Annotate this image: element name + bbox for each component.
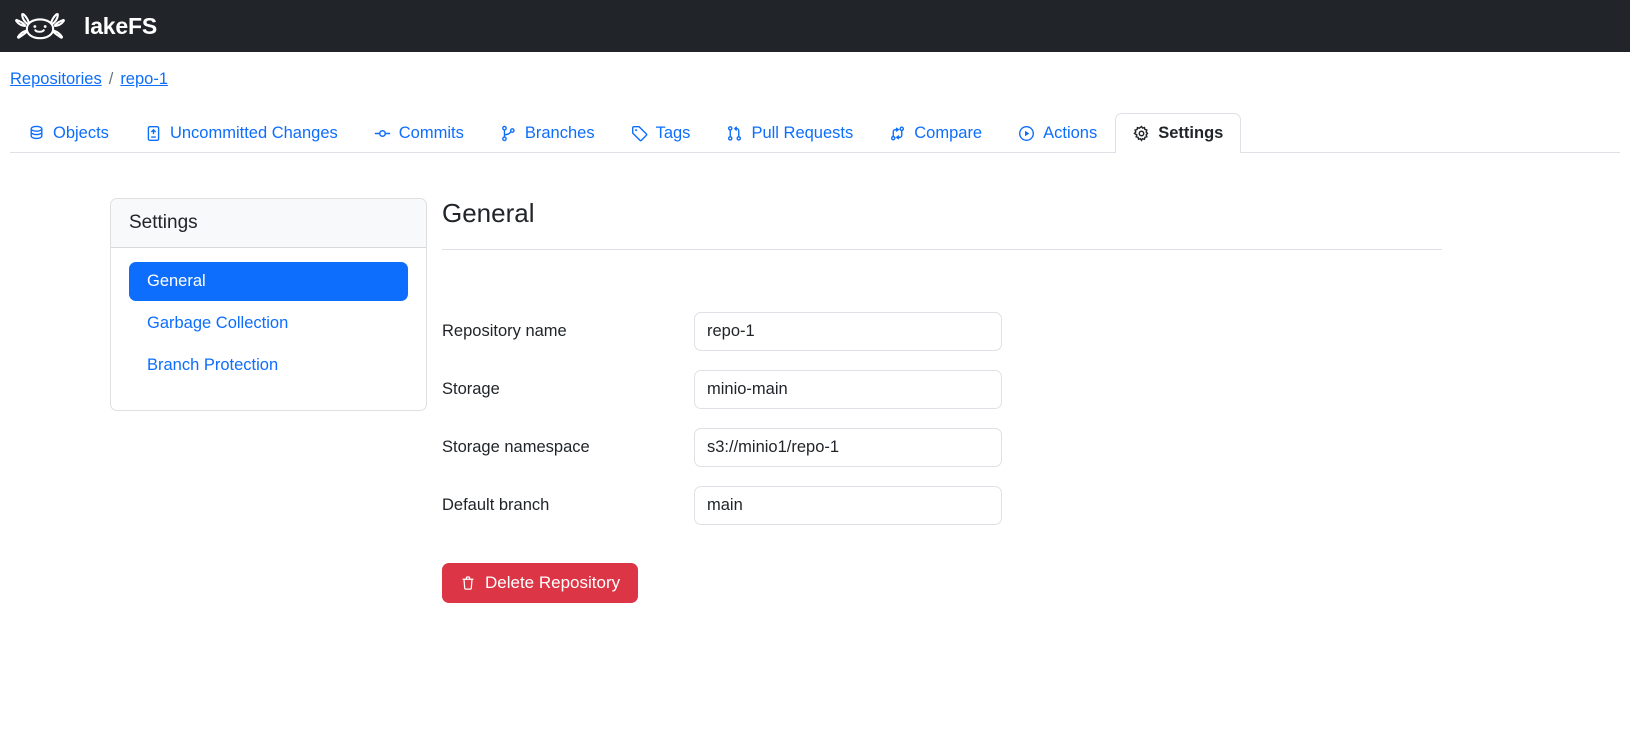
- brand-link[interactable]: lakeFS: [10, 7, 157, 45]
- gear-icon: [1133, 125, 1150, 142]
- breadcrumb-separator: /: [109, 70, 114, 89]
- play-circle-icon: [1018, 125, 1035, 142]
- tab-pull-requests[interactable]: Pull Requests: [708, 113, 871, 153]
- tab-settings[interactable]: Settings: [1115, 113, 1241, 153]
- file-diff-icon: [145, 125, 162, 142]
- breadcrumb-repo-link[interactable]: repo-1: [120, 70, 168, 89]
- page-title: General: [442, 198, 1512, 229]
- sidebar-item-branch-protection[interactable]: Branch Protection: [129, 346, 408, 385]
- git-commit-icon: [374, 125, 391, 142]
- form-row-default-branch: Default branch: [442, 486, 1512, 525]
- tab-label: Settings: [1158, 123, 1223, 144]
- delete-repository-button[interactable]: Delete Repository: [442, 563, 638, 603]
- form-row-storage-namespace: Storage namespace: [442, 428, 1512, 467]
- label-storage-namespace: Storage namespace: [442, 438, 694, 457]
- axolotl-logo-icon: [10, 7, 70, 45]
- input-default-branch[interactable]: [694, 486, 1002, 525]
- tab-label: Branches: [525, 123, 595, 144]
- delete-repository-label: Delete Repository: [485, 573, 620, 593]
- tab-label: Compare: [914, 123, 982, 144]
- git-compare-icon: [889, 125, 906, 142]
- form-row-repository-name: Repository name: [442, 312, 1512, 351]
- tab-commits[interactable]: Commits: [356, 113, 482, 153]
- input-storage[interactable]: [694, 370, 1002, 409]
- tab-actions[interactable]: Actions: [1000, 113, 1115, 153]
- tab-label: Tags: [656, 123, 691, 144]
- top-navbar: lakeFS: [0, 0, 1630, 52]
- settings-card-header: Settings: [111, 199, 426, 248]
- tab-label: Objects: [53, 123, 109, 144]
- settings-card: Settings General Garbage Collection Bran…: [110, 198, 427, 411]
- settings-main-column: General Repository name Storage Storage …: [440, 198, 1630, 603]
- input-storage-namespace[interactable]: [694, 428, 1002, 467]
- title-divider: [442, 249, 1442, 250]
- tab-label: Commits: [399, 123, 464, 144]
- page-content: Settings General Garbage Collection Bran…: [0, 153, 1630, 603]
- breadcrumb-repositories-link[interactable]: Repositories: [10, 70, 102, 89]
- tag-icon: [631, 125, 648, 142]
- breadcrumb: Repositories / repo-1: [0, 52, 1630, 89]
- database-icon: [28, 125, 45, 142]
- tab-objects[interactable]: Objects: [10, 113, 127, 153]
- trash-icon: [460, 575, 476, 591]
- input-repository-name[interactable]: [694, 312, 1002, 351]
- tab-uncommitted-changes[interactable]: Uncommitted Changes: [127, 113, 356, 153]
- settings-sidebar-column: Settings General Garbage Collection Bran…: [0, 198, 440, 603]
- repository-tabs: Objects Uncommitted Changes Commits: [10, 109, 1620, 153]
- tab-branches[interactable]: Branches: [482, 113, 613, 153]
- sidebar-item-general[interactable]: General: [129, 262, 408, 301]
- git-pull-request-icon: [726, 125, 743, 142]
- git-branch-icon: [500, 125, 517, 142]
- repository-tabs-container: Objects Uncommitted Changes Commits: [0, 109, 1630, 153]
- settings-nav-list: General Garbage Collection Branch Protec…: [111, 248, 426, 410]
- label-default-branch: Default branch: [442, 496, 694, 515]
- label-repository-name: Repository name: [442, 322, 694, 341]
- form-row-storage: Storage: [442, 370, 1512, 409]
- tab-tags[interactable]: Tags: [613, 113, 709, 153]
- brand-label: lakeFS: [84, 13, 157, 40]
- label-storage: Storage: [442, 380, 694, 399]
- tab-label: Pull Requests: [751, 123, 853, 144]
- tab-label: Uncommitted Changes: [170, 123, 338, 144]
- general-settings-form: Repository name Storage Storage namespac…: [440, 312, 1512, 603]
- tab-compare[interactable]: Compare: [871, 113, 1000, 153]
- sidebar-item-garbage-collection[interactable]: Garbage Collection: [129, 304, 408, 343]
- tab-label: Actions: [1043, 123, 1097, 144]
